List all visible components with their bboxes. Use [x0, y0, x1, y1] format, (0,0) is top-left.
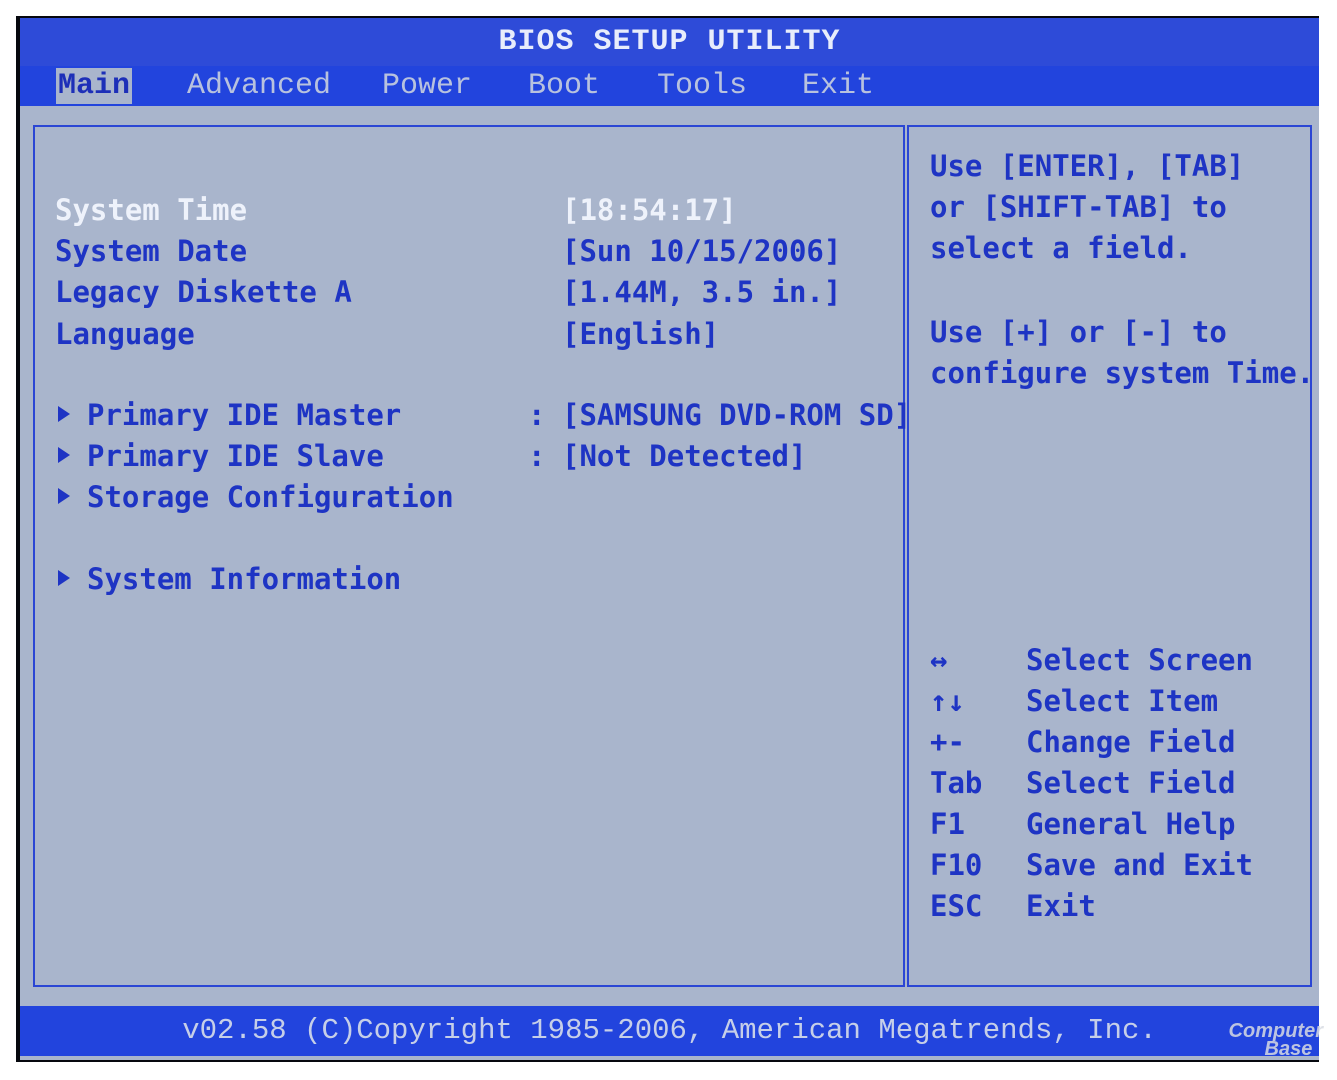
key-description: Exit — [1026, 889, 1096, 923]
arrow-right-icon — [58, 488, 70, 504]
submenu-storage-configuration[interactable]: Storage Configuration — [87, 477, 454, 517]
submenu-system-information[interactable]: System Information — [87, 559, 401, 599]
menu-bar: Main Advanced Power Boot Tools Exit — [20, 66, 1319, 106]
tab-power[interactable]: Power — [380, 68, 474, 104]
copyright-footer: v02.58 (C)Copyright 1985-2006, American … — [20, 1006, 1319, 1056]
arrow-right-icon — [58, 570, 70, 586]
key-label: F1 — [930, 807, 965, 841]
key-description: Save and Exit — [1026, 848, 1253, 882]
submenu-primary-ide-slave-value: [Not Detected] — [562, 439, 807, 473]
key-description: Select Item — [1026, 684, 1219, 718]
bios-screen: BIOS SETUP UTILITY Main Advanced Power B… — [20, 18, 1319, 1060]
setting-system-time-value[interactable]: [18:54:17] — [562, 190, 737, 230]
key-label: ESC — [930, 889, 983, 923]
setting-diskette-value[interactable]: [1.44M, 3.5 in.] — [562, 272, 841, 312]
watermark-line: Base — [1264, 1038, 1313, 1060]
setting-system-date-label[interactable]: System Date — [55, 231, 247, 271]
tab-exit[interactable]: Exit — [800, 68, 876, 104]
submenu-separator: : — [528, 398, 546, 432]
setting-diskette-label[interactable]: Legacy Diskette A — [55, 272, 352, 312]
monitor-bezel: BIOS SETUP UTILITY Main Advanced Power B… — [16, 16, 1319, 1062]
submenu-primary-ide-master-value: [SAMSUNG DVD-ROM SD] — [562, 398, 912, 432]
arrow-right-icon — [58, 447, 70, 463]
title-bar: BIOS SETUP UTILITY — [20, 18, 1319, 66]
watermark-logo: Computer Base — [1229, 1021, 1323, 1060]
key-label: +- — [930, 725, 965, 759]
tab-tools[interactable]: Tools — [655, 68, 749, 104]
tab-advanced[interactable]: Advanced — [185, 68, 333, 104]
tab-boot[interactable]: Boot — [526, 68, 602, 104]
help-text-field: Use [+] or [-] to configure system Time. — [930, 315, 1315, 390]
key-description: Select Screen — [1026, 643, 1253, 677]
left-right-arrows-icon: ↔ — [930, 643, 948, 677]
submenu-primary-ide-master[interactable]: Primary IDE Master — [87, 395, 401, 435]
setting-language-label[interactable]: Language — [55, 314, 195, 354]
key-label: F10 — [930, 848, 983, 882]
help-text-navigation: Use [ENTER], [TAB] or [SHIFT-TAB] to sel… — [930, 149, 1245, 265]
tab-main[interactable]: Main — [56, 68, 133, 104]
setting-system-time-label[interactable]: System Time — [55, 190, 247, 230]
up-down-arrows-icon: ↑↓ — [930, 684, 965, 718]
key-description: Change Field — [1026, 725, 1236, 759]
setting-system-date-value[interactable]: [Sun 10/15/2006] — [562, 231, 841, 271]
setting-language-value[interactable]: [English] — [562, 314, 719, 354]
key-label: Tab — [930, 766, 983, 800]
submenu-separator: : — [528, 439, 546, 473]
arrow-right-icon — [58, 406, 70, 422]
submenu-primary-ide-slave[interactable]: Primary IDE Slave — [87, 436, 384, 476]
key-description: Select Field — [1026, 766, 1236, 800]
key-description: General Help — [1026, 807, 1236, 841]
